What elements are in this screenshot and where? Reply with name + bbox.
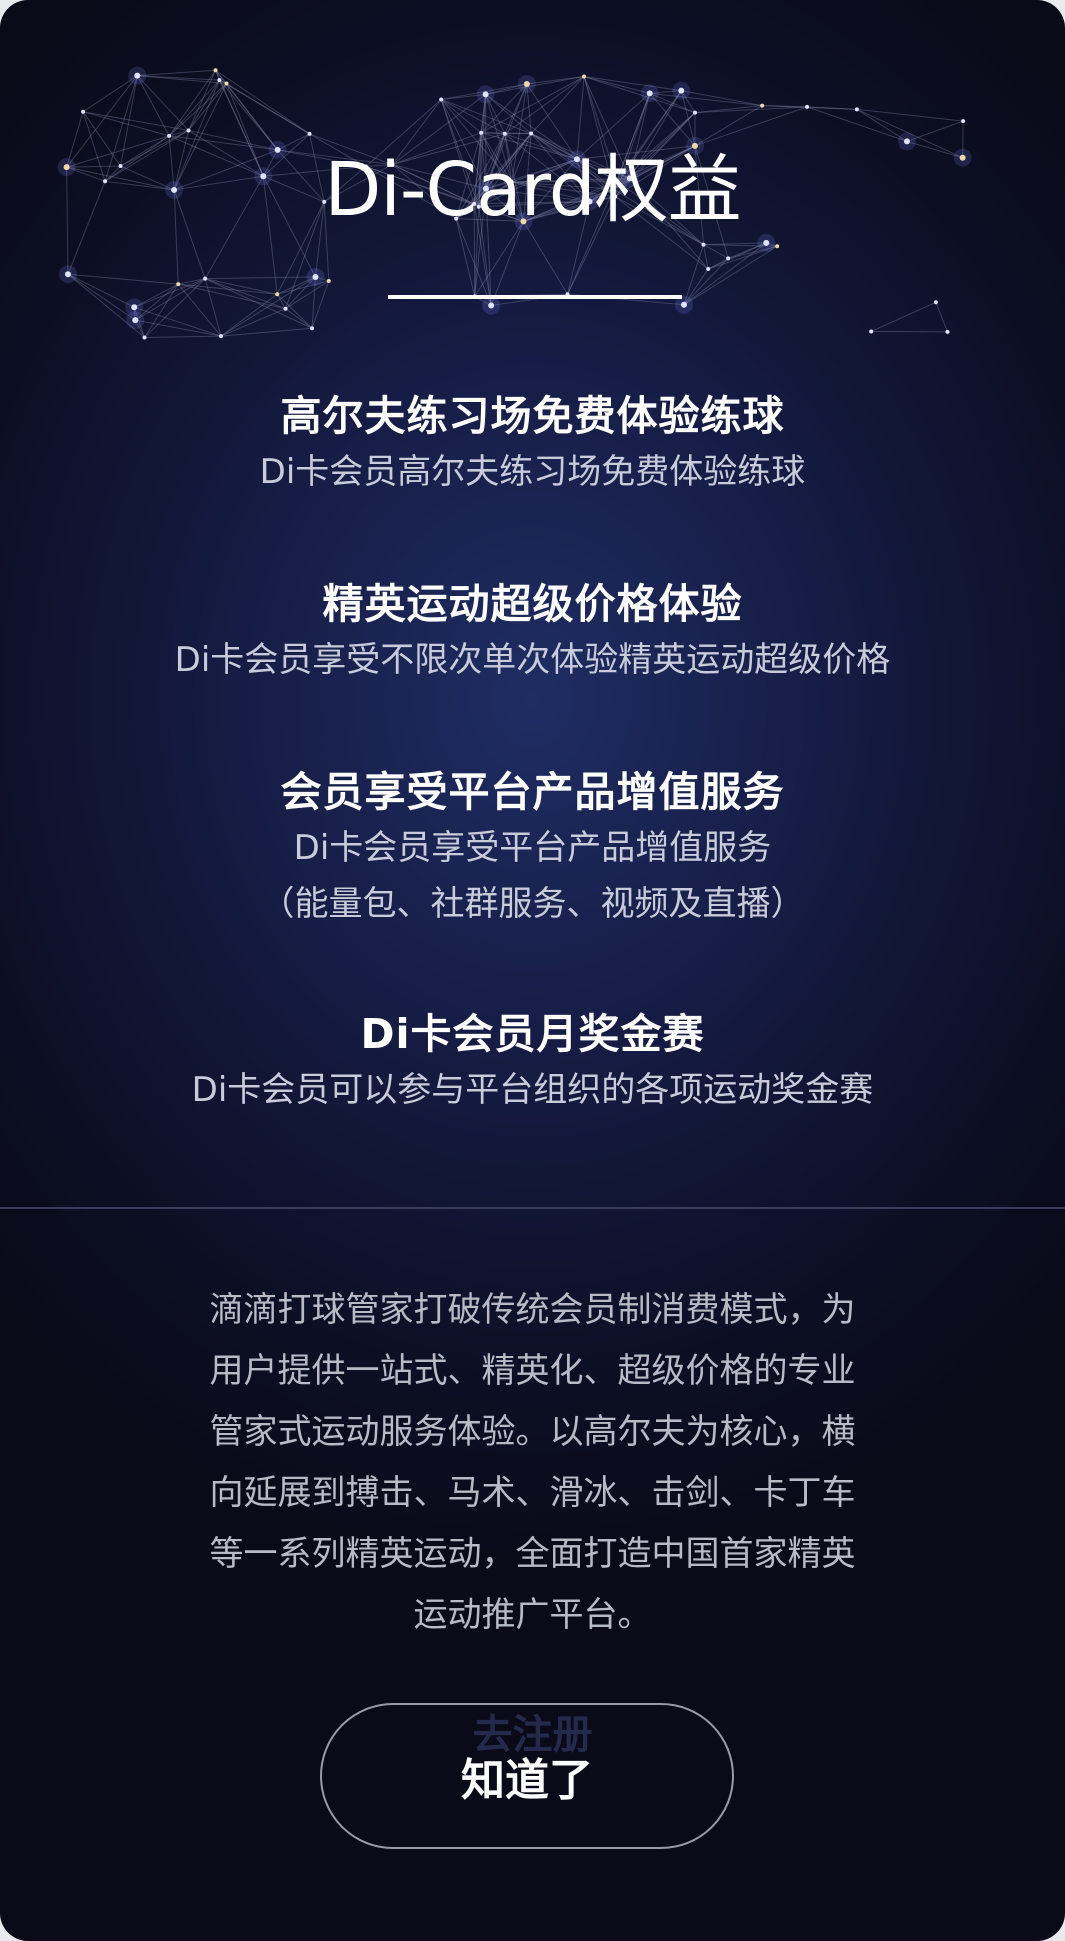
benefit-title: 高尔夫练习场免费体验练球 xyxy=(280,392,785,440)
section-divider xyxy=(0,1207,1065,1209)
benefit-title: 精英运动超级价格体验 xyxy=(322,580,743,628)
benefit-item-elite-sports: 精英运动超级价格体验 Di卡会员享受不限次单次体验精英运动超级价格 xyxy=(0,576,1065,688)
dialog-title: Di-Card权益 xyxy=(324,147,741,233)
benefit-title: 会员享受平台产品增值服务 xyxy=(280,768,785,816)
title-underline xyxy=(388,295,682,299)
benefit-description-extra: （能量包、社群服务、视频及直播） xyxy=(260,884,805,924)
intro-line: 运动推广平台。 xyxy=(413,1595,652,1635)
intro-line: 管家式运动服务体验。以高尔夫为核心，横 xyxy=(209,1412,856,1452)
benefit-description: Di卡会员享受不限次单次体验精英运动超级价格 xyxy=(174,640,891,680)
benefit-description: Di卡会员可以参与平台组织的各项运动奖金赛 xyxy=(191,1070,874,1110)
benefit-item-value-added: 会员享受平台产品增值服务 Di卡会员享受平台产品增值服务 （能量包、社群服务、视… xyxy=(0,764,1065,932)
benefit-title: Di卡会员月奖金赛 xyxy=(360,1010,705,1058)
intro-line: 等一系列精英运动，全面打造中国首家精英 xyxy=(209,1534,856,1574)
intro-line: 滴滴打球管家打破传统会员制消费模式，为 xyxy=(209,1290,856,1330)
benefit-item-golf: 高尔夫练习场免费体验练球 Di卡会员高尔夫练习场免费体验练球 xyxy=(0,388,1065,500)
platform-introduction: 滴滴打球管家打破传统会员制消费模式，为 用户提供一站式、精英化、超级价格的专业 … xyxy=(150,1280,915,1646)
got-it-button[interactable]: 知道了 xyxy=(320,1703,734,1849)
benefit-description: Di卡会员享受平台产品增值服务 xyxy=(293,828,772,868)
benefits-dialog: Di-Card权益 高尔夫练习场免费体验练球 Di卡会员高尔夫练习场免费体验练球… xyxy=(0,0,1065,1941)
benefit-item-prize-match: Di卡会员月奖金赛 Di卡会员可以参与平台组织的各项运动奖金赛 xyxy=(0,1006,1065,1118)
benefit-description: Di卡会员高尔夫练习场免费体验练球 xyxy=(259,452,806,492)
intro-line: 向延展到搏击、马术、滑冰、击剑、卡丁车 xyxy=(209,1473,856,1513)
intro-line: 用户提供一站式、精英化、超级价格的专业 xyxy=(209,1351,856,1391)
